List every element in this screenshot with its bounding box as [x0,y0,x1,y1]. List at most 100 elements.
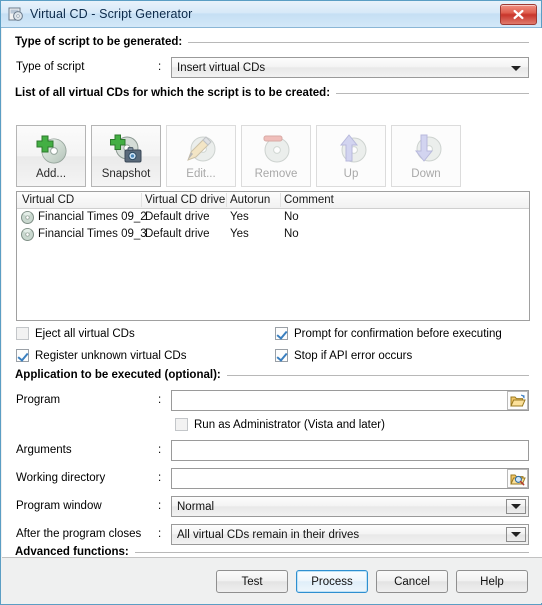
cancel-button[interactable]: Cancel [376,570,448,593]
add-button[interactable]: Add... [16,125,86,187]
disc-remove-icon [257,131,295,167]
section-header-cd-list: List of all virtual CDs for which the sc… [15,87,529,99]
type-of-script-colon: : [158,61,162,73]
checkbox-register-unknown-virtual-cds[interactable]: Register unknown virtual CDs [16,349,186,362]
move-down-button-label: Down [411,168,441,180]
divider [336,92,529,94]
cell-comment: No [284,211,299,223]
disc-add-icon [32,131,70,167]
cell-drive: Default drive [145,211,210,223]
edit-button-label: Edit... [186,168,216,180]
arguments-colon: : [158,444,162,456]
program-window-label: Program window [16,500,102,512]
checkbox-box [16,349,29,362]
chevron-down-icon[interactable] [506,527,526,542]
checkbox-eject-all-virtual-cds[interactable]: Eject all virtual CDs [16,327,135,340]
list-header-row: Virtual CD Virtual CD drive Autorun Comm… [17,192,529,209]
working-directory-label: Working directory [16,472,106,484]
cd-disc-icon [21,228,34,241]
after-program-closes-colon: : [158,528,162,540]
program-window-value: Normal [177,500,215,513]
chevron-down-icon [511,65,521,71]
column-header-autorun[interactable]: Autorun [230,194,270,206]
type-of-script-value: Insert virtual CDs [177,61,266,74]
type-of-script-select[interactable]: Insert virtual CDs [171,57,529,78]
column-divider[interactable] [141,193,142,207]
divider [226,374,529,376]
working-directory-colon: : [158,472,162,484]
checkbox-run-as-administrator[interactable]: Run as Administrator (Vista and later) [175,418,385,431]
add-button-label: Add... [35,168,67,180]
checkbox-stop-if-api-error[interactable]: Stop if API error occurs [275,349,412,362]
cell-virtual-cd: Financial Times 09_2 [38,211,147,223]
remove-button: Remove [241,125,311,187]
checkbox-box [275,349,288,362]
column-header-comment[interactable]: Comment [284,194,334,206]
snapshot-button-label: Snapshot [101,168,151,180]
open-folder-icon [509,394,526,406]
snapshot-button[interactable]: Snapshot [91,125,161,187]
process-button[interactable]: Process [296,570,368,593]
edit-button: Edit... [166,125,236,187]
checkbox-label: Eject all virtual CDs [35,327,135,340]
dialog-footer: Test Process Cancel Help [2,557,542,603]
table-row[interactable]: Financial Times 09_2 Default drive Yes N… [17,209,529,226]
cell-autorun: Yes [230,211,249,223]
table-row[interactable]: Financial Times 09_3 Default drive Yes N… [17,226,529,243]
cell-virtual-cd: Financial Times 09_3 [38,228,147,240]
arguments-label: Arguments [16,444,72,456]
disc-pencil-icon [182,131,220,167]
program-colon: : [158,394,162,406]
program-window-select[interactable]: Normal [171,496,529,517]
working-directory-input[interactable] [171,468,529,489]
column-header-virtual-cd[interactable]: Virtual CD [22,194,74,206]
type-of-script-label: Type of script [16,61,85,73]
checkbox-label: Prompt for confirmation before executing [294,327,502,340]
column-divider[interactable] [280,193,281,207]
checkbox-prompt-for-confirmation[interactable]: Prompt for confirmation before executing [275,327,502,340]
after-program-closes-select[interactable]: All virtual CDs remain in their drives [171,524,529,545]
dialog-window: Virtual CD - Script Generator Type of sc… [0,0,542,605]
divider [188,41,529,43]
dialog-body: Type of script to be generated: Type of … [2,28,542,579]
disc-arrow-up-icon [332,131,370,167]
chevron-down-icon[interactable] [506,499,526,514]
program-window-colon: : [158,500,162,512]
checkbox-box [16,327,29,340]
test-button[interactable]: Test [216,570,288,593]
checkbox-box [275,327,288,340]
close-button[interactable] [500,4,537,25]
browse-folder-search-icon [509,474,526,485]
close-icon [513,9,524,20]
after-program-closes-label: After the program closes [16,528,142,540]
checkbox-label: Register unknown virtual CDs [35,349,187,362]
move-down-button: Down [391,125,461,187]
column-divider[interactable] [226,193,227,207]
cd-list-toolbar: Add... Snapshot Edit... Remove Up Down [16,125,461,187]
disc-camera-icon [107,131,145,167]
cell-comment: No [284,228,299,240]
window-title: Virtual CD - Script Generator [30,7,193,21]
remove-button-label: Remove [254,168,298,180]
cell-drive: Default drive [145,228,210,240]
arguments-input[interactable] [171,440,529,461]
program-browse-button[interactable] [507,391,528,410]
cell-autorun: Yes [230,228,249,240]
section-header-application: Application to be executed (optional): [15,369,529,381]
move-up-button: Up [316,125,386,187]
disc-arrow-down-icon [407,131,445,167]
divider [134,551,529,553]
checkbox-box [175,418,188,431]
checkbox-label: Stop if API error occurs [294,349,413,362]
title-bar: Virtual CD - Script Generator [1,1,541,28]
program-label: Program [16,394,61,406]
virtual-cd-list[interactable]: Virtual CD Virtual CD drive Autorun Comm… [16,191,530,321]
virtual-cd-icon [8,6,24,22]
help-button[interactable]: Help [456,570,528,593]
cd-disc-icon [21,211,34,224]
move-up-button-label: Up [343,168,359,180]
checkbox-label: Run as Administrator (Vista and later) [194,418,385,431]
program-input[interactable] [171,390,529,411]
column-header-virtual-cd-drive[interactable]: Virtual CD drive [145,194,225,206]
working-directory-browse-button[interactable] [507,469,528,488]
